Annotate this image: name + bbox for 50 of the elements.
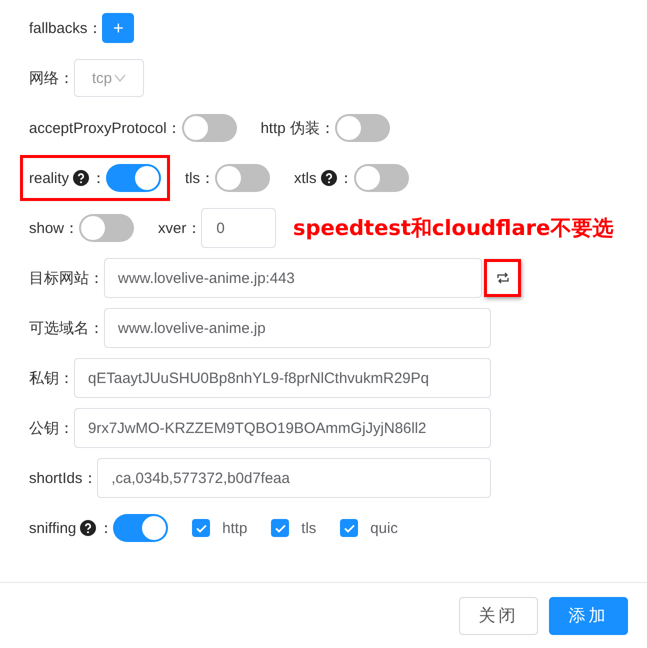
- field-label: reality: [29, 170, 70, 186]
- checkbox-label: quic: [370, 520, 398, 536]
- field-label: 网络：: [29, 68, 74, 88]
- input-field[interactable]: www.lovelive-anime.jp: [104, 308, 491, 348]
- help-icon[interactable]: [80, 520, 96, 536]
- field-label: sniffing: [29, 520, 76, 536]
- swap-icon: [496, 272, 510, 284]
- field-label: fallbacks：: [29, 18, 102, 38]
- input-field[interactable]: www.lovelive-anime.jp:443: [104, 258, 482, 298]
- check-icon: [344, 524, 355, 532]
- help-icon[interactable]: [320, 170, 337, 186]
- annotation-note: speedtest和cloudflare不要选: [293, 215, 614, 242]
- swap-button[interactable]: [484, 259, 521, 297]
- field-label: tls：: [185, 168, 216, 188]
- field-label: 目标网站：: [29, 268, 104, 288]
- label-colon: ：: [98, 518, 114, 538]
- checkbox-label: http: [222, 520, 248, 536]
- help-icon[interactable]: [73, 170, 90, 186]
- label-colon: ：: [338, 168, 354, 188]
- label-colon: ：: [91, 168, 106, 188]
- toggle-switch[interactable]: [334, 114, 390, 142]
- toggle-switch[interactable]: [354, 164, 409, 192]
- field-label: 私钥：: [29, 368, 74, 388]
- chevron-down-icon: [114, 74, 126, 82]
- input-field[interactable]: qETaaytJUuSHU0Bp8nhYL9-f8prNlCthvukmR29Pq: [74, 358, 491, 398]
- input-field[interactable]: 9rx7JwMO-KRZZEM9TQBO19BOAmmGjJyjN86ll2: [74, 408, 491, 448]
- field-label: 公钥：: [29, 418, 74, 438]
- input-field[interactable]: ,ca,034b,577372,b0d7feaa: [97, 458, 491, 498]
- field-label: xver：: [158, 218, 202, 238]
- toggle-switch[interactable]: [79, 214, 134, 242]
- field-label: shortIds：: [29, 468, 98, 488]
- toggle-switch[interactable]: [106, 164, 162, 192]
- checkbox-label: tls: [301, 520, 316, 536]
- add-button[interactable]: 添加: [549, 596, 628, 634]
- toggle-switch[interactable]: [182, 114, 237, 142]
- field-label: xtls: [294, 170, 317, 186]
- checkbox[interactable]: tls: [271, 519, 316, 537]
- field-label: acceptProxyProtocol：: [29, 118, 182, 138]
- field-label: 可选域名：: [29, 318, 104, 338]
- checkbox[interactable]: http: [192, 519, 248, 537]
- close-button[interactable]: 关闭: [459, 596, 538, 634]
- check-icon: [196, 524, 207, 532]
- number-field[interactable]: 0: [201, 208, 276, 248]
- checkbox[interactable]: quic: [340, 519, 398, 537]
- toggle-switch[interactable]: [215, 164, 270, 192]
- field-label: show：: [29, 218, 80, 238]
- check-icon: [274, 524, 286, 532]
- toggle-switch[interactable]: [113, 514, 168, 542]
- add-button[interactable]: +: [102, 13, 134, 43]
- field-label: http 伪装：: [260, 118, 335, 138]
